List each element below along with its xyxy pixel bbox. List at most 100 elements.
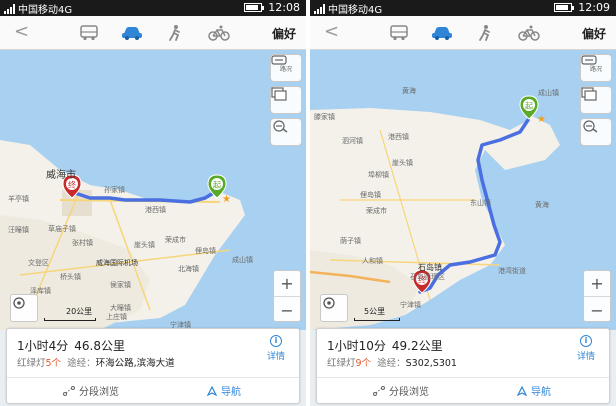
destination-star-icon: ★ <box>537 114 546 125</box>
traffic-layer-button[interactable]: 路况 <box>580 54 612 82</box>
car-mode-button[interactable] <box>121 24 143 42</box>
route-meta: 红绿灯9个 途经：S302,S301 <box>327 358 457 369</box>
map-label: 崖头镇 <box>134 241 155 249</box>
map-label: 成山镇 <box>232 256 253 264</box>
navigate-button[interactable]: 导航 <box>207 383 241 398</box>
preference-button[interactable]: 偏好 <box>582 25 606 42</box>
traffic-layer-icon <box>581 55 597 65</box>
segment-browse-button[interactable]: 分段浏览 <box>63 383 119 398</box>
preference-button[interactable]: 偏好 <box>272 25 296 42</box>
zoom-control: + − <box>583 270 611 322</box>
map-label: 张村镇 <box>72 239 93 247</box>
walk-mode-button[interactable] <box>164 24 186 42</box>
map-label: 港湾街道 <box>498 267 526 275</box>
walk-icon <box>169 25 180 41</box>
map-label: 黄海 <box>402 87 416 95</box>
report-button[interactable] <box>580 118 612 146</box>
bus-icon <box>80 25 98 41</box>
back-chevron-icon: < <box>324 21 340 42</box>
bike-icon <box>208 25 230 41</box>
map-label: 宁津镇 <box>400 301 421 309</box>
bus-icon <box>390 25 408 41</box>
svg-text:起: 起 <box>525 102 533 111</box>
map-label: 威海市 <box>46 170 76 181</box>
car-icon <box>122 27 142 40</box>
route-summary-card[interactable]: 1小时4分 46.8公里 红绿灯5个 途经：环海公路,滨海大道 i 详情 分段浏览… <box>6 328 300 404</box>
car-mode-button[interactable] <box>431 24 453 42</box>
map-label: 成山镇 <box>538 89 559 97</box>
route-meta: 红绿灯5个 途经：环海公路,滨海大道 <box>17 358 175 369</box>
map-label: 港西镇 <box>145 206 166 214</box>
map-label: 人和镇 <box>362 257 383 265</box>
segment-browse-button[interactable]: 分段浏览 <box>373 383 429 398</box>
info-icon: i <box>270 335 282 347</box>
map-label: 荣成市 <box>165 236 186 244</box>
locate-button[interactable] <box>320 294 348 322</box>
map-label: 埠柳镇 <box>368 171 389 179</box>
route-distance: 46.8公里 <box>74 339 126 353</box>
route-duration: 1小时10分 <box>327 339 386 353</box>
back-chevron-icon: < <box>14 21 30 42</box>
details-button[interactable]: i 详情 <box>261 335 291 362</box>
map-label: 俚岛镇 <box>195 247 216 255</box>
details-button[interactable]: i 详情 <box>571 335 601 362</box>
start-pin-icon: 起 <box>519 95 539 120</box>
map-label: 泗河镇 <box>342 137 363 145</box>
map-label: 侯家镇 <box>110 281 131 289</box>
route-map[interactable]: 起 ★ 终 威海市 羊亭镇 孙家镇 汪疃镇 草庙子镇 文登区 威海国际机场 泽库… <box>0 50 306 330</box>
map-label: 崖头镇 <box>392 159 413 167</box>
map-label: 汪疃镇 <box>8 226 29 234</box>
destination-star-icon: ★ <box>222 194 231 205</box>
bike-mode-button[interactable] <box>208 24 230 42</box>
svg-text:起: 起 <box>213 181 221 190</box>
route-summary: 1小时10分 49.2公里 <box>327 337 449 354</box>
traffic-light-count: 5个 <box>45 358 62 369</box>
navigate-button[interactable]: 导航 <box>517 383 551 398</box>
transport-mode-bar: < 偏好 <box>0 16 306 50</box>
map-label: 黄海 <box>535 201 549 209</box>
segment-icon <box>373 385 385 396</box>
svg-text:终: 终 <box>68 180 76 190</box>
map-label: 孙家镇 <box>104 186 125 194</box>
bike-mode-button[interactable] <box>518 24 540 42</box>
layers-button[interactable] <box>580 86 612 114</box>
locate-icon <box>323 297 335 309</box>
report-button[interactable] <box>270 118 302 146</box>
transport-mode-bar: < 偏好 <box>310 16 616 50</box>
map-label: 东山镇 <box>470 199 491 207</box>
signal-icon <box>314 3 325 14</box>
map-label: 羊亭镇 <box>8 195 29 203</box>
layers-icon <box>581 87 597 101</box>
traffic-layer-button[interactable]: 路况 <box>270 54 302 82</box>
report-icon <box>273 120 288 133</box>
route-screen-1: 中国移动4G 12:08 < 偏好 起 ★ 终 威海市 羊亭镇 孙家镇 汪疃镇 … <box>0 0 306 406</box>
zoom-out-icon[interactable]: − <box>274 297 300 323</box>
map-label: 文登区 <box>28 259 49 267</box>
map-label: 草庙子镇 <box>48 225 76 233</box>
route-summary-card[interactable]: 1小时10分 49.2公里 红绿灯9个 途经：S302,S301 i 详情 分段浏… <box>316 328 610 404</box>
layers-icon <box>271 87 287 101</box>
traffic-layer-icon <box>271 55 287 65</box>
map-label: 滕家镇 <box>314 113 335 121</box>
route-map[interactable]: 起 ★ 终 黄海 滕家镇 港西镇 泗河镇 崖头镇 成山镇 埠柳镇 俚岛镇 荣成市… <box>310 50 616 330</box>
route-summary: 1小时4分 46.8公里 <box>17 337 131 354</box>
bus-mode-button[interactable] <box>78 24 100 42</box>
layers-button[interactable] <box>270 86 302 114</box>
bus-mode-button[interactable] <box>388 24 410 42</box>
status-bar: 中国移动4G 12:09 <box>310 0 616 16</box>
locate-button[interactable] <box>10 294 38 322</box>
walk-mode-button[interactable] <box>474 24 496 42</box>
map-label: 桥头镇 <box>60 273 81 281</box>
zoom-out-icon[interactable]: − <box>584 297 610 323</box>
via-roads: S302,S301 <box>405 358 457 369</box>
back-button[interactable]: < <box>324 23 339 41</box>
map-label: 石岛管理区 <box>410 273 445 281</box>
route-duration: 1小时4分 <box>17 339 69 353</box>
back-button[interactable]: < <box>14 23 29 41</box>
carrier-label: 中国移动4G <box>18 5 73 16</box>
signal-icon <box>4 3 15 14</box>
zoom-in-icon[interactable]: + <box>584 271 610 297</box>
map-label: 威海国际机场 <box>96 259 138 267</box>
battery-icon <box>244 3 265 12</box>
zoom-in-icon[interactable]: + <box>274 271 300 297</box>
